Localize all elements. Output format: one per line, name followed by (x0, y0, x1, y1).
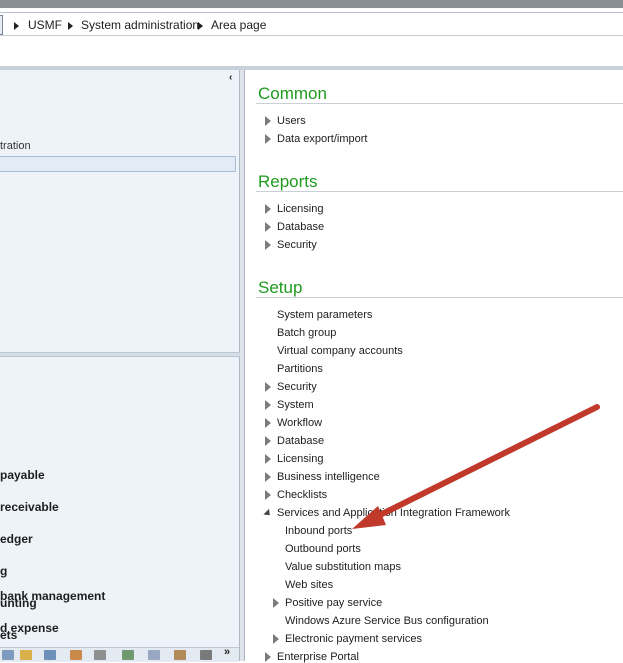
module-icon[interactable] (174, 650, 186, 660)
section-divider (256, 297, 623, 298)
collapse-icon[interactable] (263, 508, 273, 519)
expand-icon[interactable] (265, 400, 271, 410)
section-title-common: Common (258, 84, 327, 103)
setup-virtual-company-accounts[interactable]: Virtual company accounts (277, 345, 403, 357)
module-icon[interactable] (20, 650, 32, 660)
link-electronic-payment-services[interactable]: Electronic payment services (285, 633, 422, 645)
expand-icon[interactable] (265, 134, 271, 144)
setup-partitions[interactable]: Partitions (277, 363, 323, 375)
nav-section-label: tration (0, 140, 31, 152)
module-icon[interactable] (2, 650, 14, 660)
module-icon[interactable] (70, 650, 82, 660)
expand-icon[interactable] (265, 382, 271, 392)
expand-icon[interactable] (265, 652, 271, 662)
module-general-ledger[interactable]: edger (0, 532, 33, 546)
expand-icon[interactable] (265, 222, 271, 232)
setup-licensing[interactable]: Licensing (277, 453, 323, 465)
link-web-sites[interactable]: Web sites (285, 579, 333, 591)
link-positive-pay-service[interactable]: Positive pay service (285, 597, 382, 609)
report-database[interactable]: Database (277, 221, 324, 233)
setup-security[interactable]: Security (277, 381, 317, 393)
expand-icon[interactable] (265, 490, 271, 500)
section-divider (256, 191, 623, 192)
setup-business-intelligence[interactable]: Business intelligence (277, 471, 380, 483)
setup-enterprise-portal[interactable]: Enterprise Portal (277, 651, 359, 663)
setup-workflow[interactable]: Workflow (277, 417, 322, 429)
section-title-reports: Reports (258, 172, 318, 191)
module-accounts-payable[interactable]: payable (0, 468, 45, 482)
setup-database[interactable]: Database (277, 435, 324, 447)
module-icon[interactable] (94, 650, 106, 660)
expand-icon[interactable] (265, 472, 271, 482)
title-bar-strip (0, 0, 623, 8)
link-azure-service-bus-config[interactable]: Windows Azure Service Bus configuration (285, 615, 489, 627)
setup-system-parameters[interactable]: System parameters (277, 309, 372, 321)
link-data-export-import[interactable]: Data export/import (277, 133, 367, 145)
module-travel-expense[interactable]: d expense (0, 621, 59, 635)
nav-selected-item[interactable] (0, 156, 236, 172)
more-modules-button[interactable]: » (224, 646, 230, 658)
collapse-pane-button[interactable]: ‹ (229, 72, 232, 83)
breadcrumb-separator-icon[interactable] (198, 22, 203, 30)
breadcrumb-page[interactable]: Area page (211, 18, 266, 32)
address-bar-icon[interactable] (0, 15, 3, 35)
module-icon[interactable] (122, 650, 134, 660)
breadcrumb-separator-icon[interactable] (14, 22, 19, 30)
setup-system[interactable]: System (277, 399, 314, 411)
expand-icon[interactable] (265, 204, 271, 214)
section-title-setup: Setup (258, 278, 303, 297)
report-security[interactable]: Security (277, 239, 317, 251)
expand-icon[interactable] (273, 598, 279, 608)
report-licensing[interactable]: Licensing (277, 203, 323, 215)
expand-icon[interactable] (265, 116, 271, 126)
module-icon[interactable] (148, 650, 160, 660)
link-inbound-ports[interactable]: Inbound ports (285, 525, 352, 537)
module-budgeting[interactable]: g (0, 564, 7, 578)
setup-batch-group[interactable]: Batch group (277, 327, 336, 339)
link-value-substitution-maps[interactable]: Value substitution maps (285, 561, 401, 573)
setup-services-aif[interactable]: Services and Application Integration Fra… (277, 507, 510, 519)
module-icon[interactable] (44, 650, 56, 660)
breadcrumb-module[interactable]: System administration (81, 18, 199, 32)
address-bar: USMF System administration Area page (0, 12, 623, 36)
breadcrumb-separator-icon[interactable] (68, 22, 73, 30)
expand-icon[interactable] (265, 436, 271, 446)
module-icon-bar: » (0, 646, 239, 662)
expand-icon[interactable] (273, 634, 279, 644)
area-page-content: Common Users Data export/import Reports … (244, 70, 623, 663)
expand-icon[interactable] (265, 454, 271, 464)
navigation-pane: ‹ tration payable receivable edger g unt… (0, 70, 240, 662)
module-list: payable receivable edger g unting ets (0, 357, 239, 647)
module-icon[interactable] (200, 650, 212, 660)
setup-checklists[interactable]: Checklists (277, 489, 327, 501)
link-users[interactable]: Users (277, 115, 306, 127)
breadcrumb-company[interactable]: USMF (28, 18, 62, 32)
expand-icon[interactable] (265, 240, 271, 250)
module-cash-bank-management[interactable]: bank management (0, 589, 105, 603)
section-divider (256, 103, 623, 104)
link-outbound-ports[interactable]: Outbound ports (285, 543, 361, 555)
module-accounts-receivable[interactable]: receivable (0, 500, 59, 514)
expand-icon[interactable] (265, 418, 271, 428)
command-bar (0, 36, 623, 67)
